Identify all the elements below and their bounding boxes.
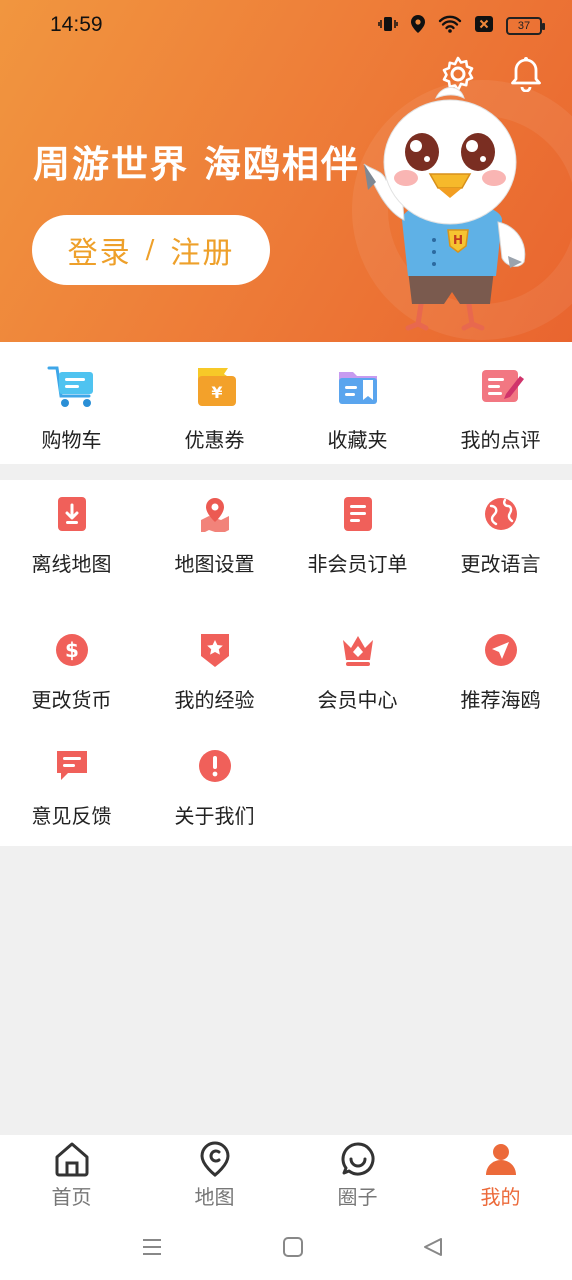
battery-indicator: 37	[506, 17, 545, 35]
tab-circle[interactable]: 圈子	[286, 1135, 429, 1215]
vibrate-icon	[378, 14, 398, 38]
grid-item-feedback[interactable]: 意见反馈	[0, 748, 143, 829]
grid-item-change-currency[interactable]: $ 更改货币	[0, 632, 143, 713]
tab-label: 我的	[480, 1185, 521, 1209]
grid-item-about-us[interactable]: 关于我们	[143, 748, 286, 829]
profile-header: 14:59 37 周游世界 海鸥相伴 登录 / 注册 H	[0, 0, 572, 342]
quick-item-label: 优惠券	[184, 428, 245, 452]
non-member-order-icon	[340, 496, 376, 532]
grid-item-label: 关于我们	[174, 804, 255, 828]
feedback-icon	[54, 748, 90, 784]
login-label[interactable]: 登录	[68, 228, 132, 272]
quick-item-label: 购物车	[41, 428, 102, 452]
menu-icon[interactable]	[140, 1235, 164, 1263]
header-slogan: 周游世界 海鸥相伴	[33, 143, 360, 186]
grid-item-label: 更改货币	[31, 688, 112, 712]
offline-map-icon	[54, 496, 90, 532]
share-arrow-icon	[483, 632, 519, 668]
quick-item-coupon[interactable]: ¥ 优惠券	[143, 342, 286, 464]
experience-badge-icon	[197, 632, 233, 668]
status-time: 14:59	[50, 13, 103, 36]
favorites-folder-icon	[333, 364, 383, 414]
user-icon	[483, 1141, 519, 1181]
svg-text:$: $	[65, 638, 79, 662]
map-icon	[197, 1141, 233, 1181]
grid-item-label: 推荐海鸥	[460, 688, 541, 712]
back-triangle-icon[interactable]	[421, 1235, 445, 1263]
globe-icon	[483, 496, 519, 532]
map-settings-icon	[197, 496, 233, 532]
tab-label: 首页	[51, 1185, 92, 1209]
home-icon	[52, 1141, 92, 1181]
login-separator: /	[145, 235, 157, 265]
quick-item-shopping-cart[interactable]: 购物车	[0, 342, 143, 464]
location-icon	[410, 14, 426, 38]
grid-item-label: 更改语言	[460, 552, 541, 576]
grid-item-offline-map[interactable]: 离线地图	[0, 496, 143, 577]
mascot-badge-letter: H	[453, 233, 463, 247]
quick-item-label: 我的点评	[460, 428, 541, 452]
tab-home[interactable]: 首页	[0, 1135, 143, 1215]
status-icons: 37	[378, 14, 545, 38]
status-bar: 14:59 37	[0, 0, 572, 50]
grid-item-my-experience[interactable]: 我的经验	[143, 632, 286, 713]
home-square-icon[interactable]	[281, 1235, 305, 1263]
bottom-tab-bar: 首页 地图 圈子 我的	[0, 1135, 572, 1215]
tab-label: 地图	[194, 1185, 235, 1209]
seagull-mascot-illustration: H	[363, 87, 526, 331]
grid-item-change-language[interactable]: 更改语言	[429, 496, 572, 577]
register-label[interactable]: 注册	[170, 228, 234, 272]
grid-item-member-center[interactable]: 会员中心	[286, 632, 429, 713]
grid-item-label: 非会员订单	[307, 552, 408, 576]
quick-item-reviews[interactable]: 我的点评	[429, 342, 572, 464]
quick-item-label: 收藏夹	[327, 428, 388, 452]
grid-item-label: 会员中心	[317, 688, 398, 712]
feature-grid: 离线地图 地图设置 非会员订单 更改语言 $ 更改货币 我的经验 会员中心 推荐…	[0, 480, 572, 846]
tab-mine[interactable]: 我的	[429, 1135, 572, 1215]
crown-icon	[340, 632, 376, 668]
chat-circle-icon	[340, 1141, 376, 1181]
info-icon	[197, 748, 233, 784]
grid-item-label: 我的经验	[174, 688, 255, 712]
quick-item-favorites[interactable]: 收藏夹	[286, 342, 429, 464]
coupon-icon: ¥	[190, 364, 240, 414]
grid-item-recommend[interactable]: 推荐海鸥	[429, 632, 572, 713]
currency-icon: $	[54, 632, 90, 668]
svg-text:¥: ¥	[211, 383, 222, 402]
tab-map[interactable]: 地图	[143, 1135, 286, 1215]
login-register-button[interactable]: 登录 / 注册	[32, 215, 270, 285]
system-navigation-bar	[0, 1215, 572, 1280]
review-icon	[476, 364, 526, 414]
grid-item-label: 地图设置	[174, 552, 255, 576]
quick-access-row: 购物车 ¥ 优惠券 收藏夹 我的点评	[0, 342, 572, 464]
grid-item-label: 离线地图	[31, 552, 112, 576]
tab-label: 圈子	[337, 1185, 378, 1209]
grid-item-label: 意见反馈	[31, 804, 112, 828]
no-sim-icon	[474, 15, 494, 37]
shopping-cart-icon	[47, 364, 97, 414]
wifi-icon	[438, 14, 462, 38]
grid-item-non-member-order[interactable]: 非会员订单	[286, 496, 429, 577]
grid-item-map-settings[interactable]: 地图设置	[143, 496, 286, 577]
